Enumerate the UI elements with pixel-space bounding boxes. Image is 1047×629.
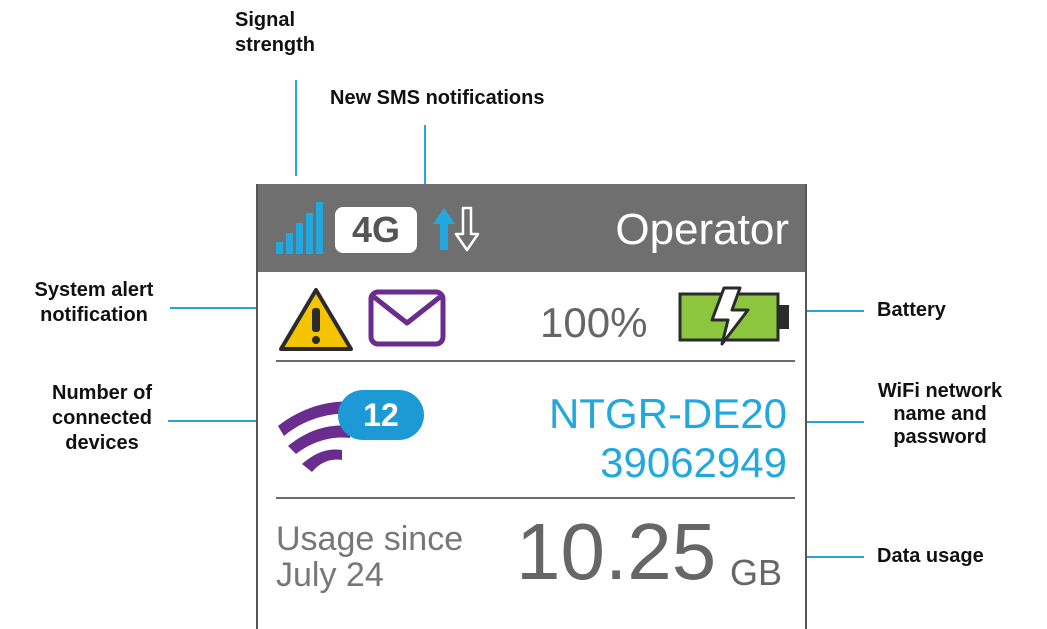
- alert-callout-line2: notification: [40, 304, 148, 326]
- usage-label: Usage since July 24: [276, 521, 463, 593]
- system-alert-callout: System alert notification: [10, 278, 178, 328]
- wifi-callout-line2: name and: [893, 403, 987, 425]
- battery-callout-leader: [806, 310, 864, 312]
- wifi-callout-leader: [806, 421, 864, 423]
- devices-callout-line3: devices: [65, 432, 139, 454]
- alert-callout-line1: System alert: [34, 279, 154, 301]
- usage-value: 10.25: [516, 507, 717, 596]
- usage-label-line1: Usage since: [276, 520, 464, 558]
- warning-triangle-icon: [279, 288, 353, 351]
- wifi-callout-line1: WiFi network: [877, 380, 1003, 402]
- signal-callout-line2: strength: [235, 34, 315, 56]
- status-bar: 4G Operator: [258, 184, 805, 272]
- devices-callout-line1: Number of: [52, 382, 152, 404]
- usage-unit: GB: [730, 552, 783, 593]
- battery-callout: Battery: [877, 299, 946, 321]
- data-usage-callout-leader: [806, 556, 864, 558]
- operator-name: Operator: [615, 205, 789, 254]
- connected-devices-callout: Number of connected devices: [32, 381, 172, 456]
- wifi-ssid: NTGR-DE20: [548, 390, 787, 437]
- wifi-callout-line3: password: [893, 426, 987, 448]
- device-screen: 4G Operator 100% 12 NTGR-DE20 39062949 U…: [256, 184, 807, 629]
- devices-callout-line2: connected: [51, 407, 153, 429]
- network-type-badge: 4G: [335, 207, 417, 253]
- row-divider-2: [276, 497, 795, 499]
- usage-label-line2: July 24: [276, 556, 384, 594]
- signal-strength-callout: Signal strength: [235, 8, 315, 58]
- signal-bars-icon: [276, 202, 323, 254]
- signal-callout-leader: [295, 80, 297, 176]
- wifi-network-callout: WiFi network name and password: [865, 380, 1015, 449]
- wifi-password: 39062949: [600, 439, 787, 486]
- connected-devices-badge: 12: [338, 390, 424, 440]
- data-usage-callout: Data usage: [877, 545, 984, 567]
- sms-callout: New SMS notifications: [330, 87, 545, 109]
- row-divider-1: [276, 360, 795, 362]
- battery-percent: 100%: [540, 299, 648, 346]
- envelope-icon: [368, 289, 446, 347]
- charging-battery-icon: [678, 286, 789, 346]
- signal-callout-line1: Signal: [235, 9, 296, 31]
- up-down-arrows-icon: [433, 206, 480, 252]
